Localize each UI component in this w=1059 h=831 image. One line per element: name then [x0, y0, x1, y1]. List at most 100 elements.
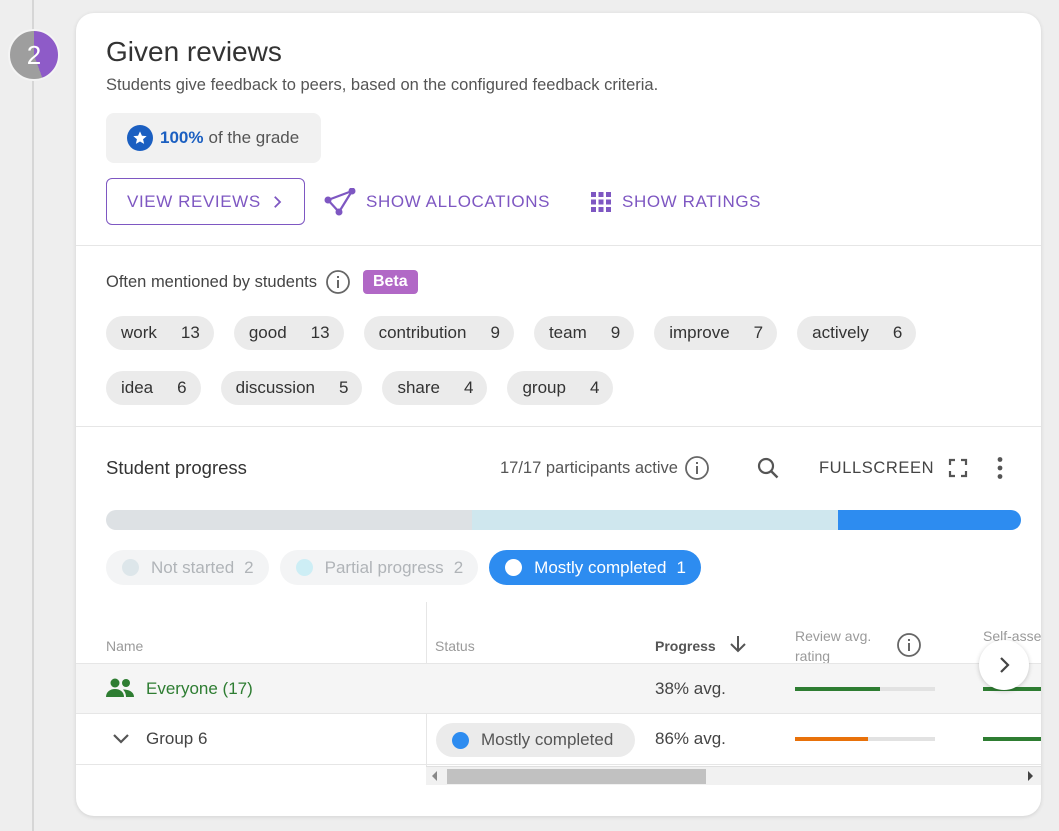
filter-label: Not started [151, 557, 235, 577]
filter-count: 2 [453, 557, 464, 577]
tag-word: share [397, 378, 440, 397]
info-icon[interactable] [896, 632, 922, 658]
filter-count: 2 [244, 557, 254, 577]
scroll-right-arrow[interactable] [1028, 771, 1033, 781]
fullscreen-label: FULLSCREEN [819, 458, 935, 477]
review-rating-fill [795, 687, 881, 691]
tag-count: 4 [589, 378, 600, 397]
tag-count: 7 [753, 323, 764, 342]
info-icon[interactable] [325, 269, 351, 295]
review-rating-fill [795, 737, 868, 741]
col-header-progress[interactable]: Progress [655, 638, 716, 654]
row-name: Everyone (17) [146, 679, 253, 698]
tag-count: 9 [490, 323, 500, 342]
tag-word: good [248, 323, 287, 342]
info-icon[interactable] [684, 455, 710, 481]
status-filter-chip[interactable]: Mostly completed 1 [489, 550, 701, 585]
horizontal-scrollbar[interactable] [426, 766, 1041, 785]
tag-row: work 13 good 13 contribution 9 team 9 improve 7 ac… [106, 316, 1006, 350]
filter-dot [122, 559, 139, 576]
tag-word: improve [669, 323, 730, 342]
beta-badge: Beta [362, 270, 418, 294]
status-dot [452, 731, 469, 749]
progress-distribution-bar [106, 510, 1021, 530]
grid-icon [591, 191, 611, 212]
tag-count: 5 [338, 378, 349, 397]
keyword-tags: work 13 good 13 contribution 9 team 9 improve 7 ac… [106, 316, 1006, 426]
keyword-tag[interactable]: improve 7 [654, 316, 778, 350]
action-buttons: VIEW REVIEWS SHOW ALLOCATIONS SHOW RATIN… [106, 178, 1006, 225]
tag-row: idea 6 discussion 5 share 4 group 4 [106, 371, 1006, 405]
keyword-tag[interactable]: team 9 [533, 316, 635, 350]
fullscreen-icon [949, 458, 968, 478]
filter-label: Partial progress [324, 557, 444, 577]
tag-word: contribution [378, 323, 467, 342]
self-rating-fill [983, 737, 1041, 741]
bar-segment-not-started [106, 510, 472, 530]
keyword-tag[interactable]: work 13 [106, 316, 214, 350]
show-ratings-label: SHOW RATINGS [622, 191, 762, 211]
often-mentioned-header: Often mentioned by students Beta [106, 269, 418, 295]
keyword-tag[interactable]: group 4 [507, 371, 614, 405]
table-row-group[interactable]: Group 6 Mostly completed 86% avg. [76, 714, 1041, 765]
star-icon [127, 125, 153, 151]
scroll-right-button[interactable] [979, 640, 1029, 690]
row-progress: 86% avg. [655, 729, 726, 748]
keyword-tag[interactable]: share 4 [382, 371, 488, 405]
filter-count: 1 [676, 557, 686, 577]
grade-percent: 100% [160, 128, 204, 147]
student-progress-header: Student progress 17/17 participants acti… [106, 453, 1016, 483]
filter-dot [505, 559, 523, 576]
status-label: Mostly completed [481, 730, 614, 749]
fullscreen-button[interactable]: FULLSCREEN [819, 453, 968, 483]
table-row-everyone[interactable]: Everyone (17) 38% avg. [76, 663, 1041, 714]
step-number: 2 [26, 39, 42, 70]
keyword-tag[interactable]: idea 6 [106, 371, 201, 405]
timeline-line [32, 0, 34, 831]
participants-active-label: 17/17 participants active [500, 458, 678, 477]
tag-word: team [548, 323, 587, 342]
status-filter-chip[interactable]: Not started 2 [106, 550, 269, 585]
chevron-right-icon [1000, 657, 1010, 673]
chevron-down-icon[interactable] [112, 733, 130, 745]
keyword-tag[interactable]: good 13 [233, 316, 344, 350]
bar-segment-partial [472, 510, 838, 530]
status-filters: Not started 2 Partial progress 2 Mostly comp… [106, 550, 701, 585]
bar-segment-mostly-completed [838, 510, 1021, 530]
keyword-tag[interactable]: contribution 9 [363, 316, 514, 350]
keyword-tag[interactable]: actively 6 [797, 316, 917, 350]
show-allocations-label: SHOW ALLOCATIONS [366, 191, 551, 211]
row-name: Group 6 [146, 729, 208, 748]
status-filter-chip[interactable]: Partial progress 2 [279, 550, 479, 585]
scroll-left-arrow[interactable] [432, 771, 437, 781]
network-icon [324, 187, 356, 215]
status-badge: Mostly completed [436, 723, 635, 757]
col-header-review-avg-line2: rating [795, 648, 831, 664]
step-progress-indicator: 2 [8, 29, 60, 81]
divider [76, 426, 1041, 427]
tag-word: actively [812, 323, 869, 342]
filter-label: Mostly completed [534, 557, 667, 577]
review-rating-bar [795, 687, 935, 691]
tag-count: 6 [177, 378, 187, 397]
self-rating-bar [983, 737, 1041, 741]
arrow-down-icon[interactable] [729, 634, 747, 654]
tag-count: 13 [180, 323, 200, 342]
tag-count: 9 [610, 323, 621, 342]
scrollbar-thumb[interactable] [447, 769, 706, 784]
grade-weight-chip: 100% of the grade [106, 113, 321, 163]
view-reviews-button[interactable]: VIEW REVIEWS [106, 178, 305, 225]
tag-count: 13 [310, 323, 330, 342]
section-subtitle: Students give feedback to peers, based o… [106, 76, 659, 94]
keyword-tag[interactable]: discussion 5 [220, 371, 363, 405]
grade-suffix: of the grade [208, 128, 300, 147]
row-progress: 38% avg. [655, 679, 726, 698]
student-progress-title: Student progress [106, 457, 247, 478]
tag-count: 6 [892, 323, 903, 342]
show-ratings-button[interactable]: SHOW RATINGS [590, 178, 761, 225]
divider [76, 245, 1041, 246]
show-allocations-button[interactable]: SHOW ALLOCATIONS [324, 178, 550, 225]
search-icon[interactable] [756, 456, 780, 480]
chevron-right-icon [274, 196, 282, 208]
more-vert-icon[interactable] [996, 456, 1004, 480]
